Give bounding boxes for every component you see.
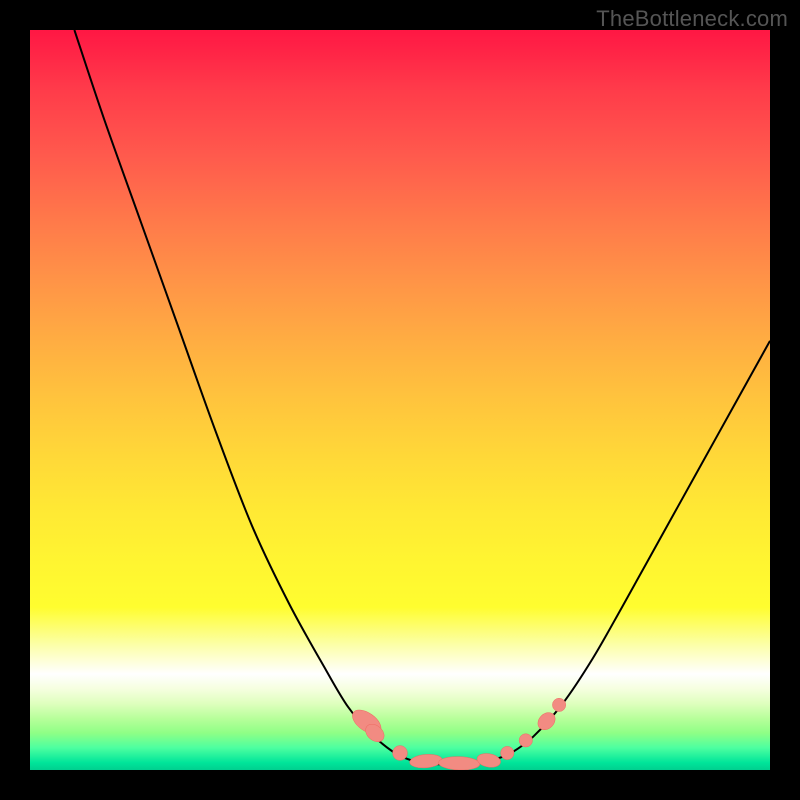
curve-marker bbox=[501, 746, 514, 759]
curve-marker bbox=[476, 752, 502, 769]
curve-marker bbox=[438, 756, 480, 770]
curve-marker bbox=[552, 698, 565, 711]
curve-svg bbox=[30, 30, 770, 770]
plot-area bbox=[30, 30, 770, 770]
curve-marker bbox=[409, 753, 443, 769]
curve-markers bbox=[348, 698, 565, 770]
curve-marker bbox=[393, 746, 408, 761]
chart-frame: TheBottleneck.com bbox=[0, 0, 800, 800]
watermark-text: TheBottleneck.com bbox=[596, 6, 788, 32]
bottleneck-curve bbox=[74, 30, 770, 765]
curve-marker bbox=[519, 734, 532, 747]
bottleneck-curve-path bbox=[74, 30, 770, 765]
